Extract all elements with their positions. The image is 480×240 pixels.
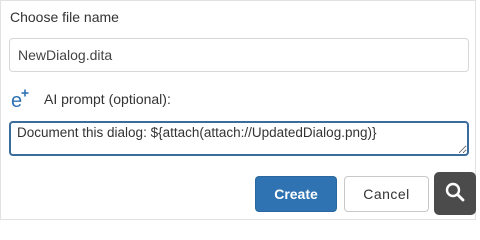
new-file-dialog: Choose file name e AI prompt (optional):… (0, 0, 476, 220)
cancel-button[interactable]: Cancel (344, 176, 429, 212)
search-icon (445, 182, 465, 205)
ai-icon: e (10, 88, 32, 112)
filename-input[interactable] (9, 38, 469, 72)
svg-text:e: e (11, 90, 22, 110)
ai-prompt-header: e AI prompt (optional): (10, 88, 171, 112)
filename-label: Choose file name (10, 9, 119, 25)
search-button[interactable] (434, 172, 476, 215)
ai-prompt-label: AI prompt (optional): (44, 91, 171, 107)
create-button[interactable]: Create (255, 176, 337, 212)
ai-prompt-textarea[interactable]: Document this dialog: ${attach(attach://… (9, 121, 469, 156)
